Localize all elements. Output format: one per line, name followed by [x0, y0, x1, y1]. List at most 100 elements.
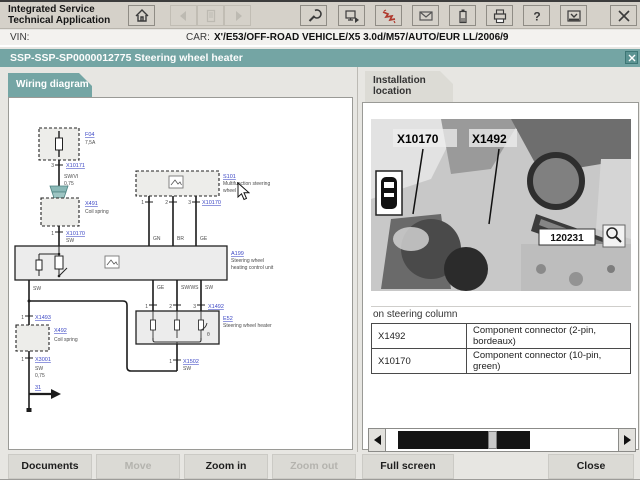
horizontal-scrollbar[interactable]: [368, 428, 636, 452]
ground-connector-link[interactable]: X1493: [35, 315, 51, 321]
panel-divider: [357, 67, 358, 452]
connector-desc: Component connector (2-pin, bordeaux): [466, 323, 631, 349]
pin-number: 2: [169, 304, 172, 310]
scrollbar-track[interactable]: [386, 428, 618, 452]
table-row[interactable]: X1492 Component connector (2-pin, bordea…: [371, 323, 631, 349]
scroll-right-icon[interactable]: [618, 428, 636, 452]
help-icon[interactable]: ?: [523, 5, 550, 26]
dock-window-icon[interactable]: [560, 5, 587, 26]
mfl-wire2: BR: [177, 236, 184, 242]
mfl-wire3: GE: [200, 236, 208, 242]
document-icon[interactable]: [197, 5, 224, 26]
mail-icon[interactable]: [412, 5, 439, 26]
pin-number: 3: [188, 200, 191, 206]
scrollbar-thumb[interactable]: [488, 431, 498, 449]
out-wire2: SW/WS: [181, 285, 199, 291]
out-wire1: GE: [157, 285, 165, 291]
app-title-line1: Integrated Service: [8, 4, 95, 15]
svg-text:?: ?: [533, 9, 540, 23]
zoom-in-button[interactable]: Zoom in: [184, 454, 268, 479]
out-connector-link[interactable]: X1492: [208, 304, 224, 310]
ground-link[interactable]: 31: [35, 385, 41, 391]
ista-window: Integrated Service Technical Application: [0, 0, 640, 480]
coil2-out-link[interactable]: X3001: [35, 357, 51, 363]
fuse-value: 7,5A: [85, 140, 96, 146]
coil-spring-box-2[interactable]: [15, 324, 50, 352]
tab-installation-line1: Installation: [373, 75, 426, 86]
heater-out-link[interactable]: X1502: [183, 359, 199, 365]
connector-top-link[interactable]: X10171: [66, 163, 85, 169]
pin-number: 1: [169, 359, 172, 365]
battery-icon[interactable]: [449, 5, 476, 26]
left-wire-color: SW: [33, 286, 41, 292]
full-screen-button[interactable]: Full screen: [362, 454, 454, 479]
ground-wire-gauge: 0,75: [35, 373, 45, 379]
mfl-name2: wheel: [223, 188, 236, 194]
image-number: 120231: [550, 233, 584, 244]
installation-photo[interactable]: X10170 X1492 120231: [371, 119, 631, 291]
magnifier-icon[interactable]: [602, 224, 626, 248]
documents-button[interactable]: Documents: [8, 454, 92, 479]
home-icon[interactable]: [128, 5, 155, 26]
photo-caption: on steering column: [373, 309, 458, 320]
close-button[interactable]: Close: [548, 454, 634, 479]
workshop-system-icon[interactable]: [338, 5, 365, 26]
wire-top-color: SW/VI: [64, 174, 78, 180]
car-position-icon: [375, 170, 403, 216]
coil-spring-box-1[interactable]: [40, 197, 80, 227]
car-value: X'/E53/OFF-ROAD VEHICLE/X5 3.0d/M57/AUTO…: [214, 32, 509, 43]
back-icon[interactable]: [170, 5, 197, 26]
heater-temp-symbol: θ: [207, 332, 210, 338]
ground-symbol: [51, 389, 61, 399]
control-unit-box[interactable]: [14, 245, 228, 281]
photo-label-x1492: X1492: [472, 132, 507, 146]
move-button[interactable]: Move: [96, 454, 180, 479]
connector-symbol: [49, 185, 69, 199]
scroll-left-icon[interactable]: [368, 428, 386, 452]
connector-name[interactable]: X10170: [371, 348, 467, 374]
pin-number: 3: [51, 163, 54, 169]
pin-number: 1: [145, 304, 148, 310]
document-close-icon[interactable]: [625, 51, 638, 64]
wiring-diagram-panel[interactable]: F04 X10171 X491 X10170 S101 X10170 A199 …: [8, 97, 353, 450]
mfl-wire1: GN: [153, 236, 161, 242]
control-unit-link[interactable]: A199: [231, 251, 244, 257]
control-unit-name1: Steering wheel: [231, 258, 264, 264]
heater-link[interactable]: E52: [223, 316, 233, 322]
coil2-link[interactable]: X492: [54, 328, 67, 334]
mfl-out-link[interactable]: X10170: [202, 200, 221, 206]
wiring-diagram: F04 X10171 X491 X10170 S101 X10170 A199 …: [14, 127, 274, 412]
pin-number: 1: [141, 200, 144, 206]
mfl-name1: Multifunction steering: [223, 181, 270, 187]
toolbar: Integrated Service Technical Application: [0, 2, 640, 29]
mfl-link[interactable]: S101: [223, 174, 236, 180]
tab-installation-location[interactable]: Installation location: [365, 71, 453, 102]
coil1-name: Coil spring: [85, 209, 109, 215]
pin-number: 1: [51, 231, 54, 237]
tab-wiring-diagram-label: Wiring diagram: [16, 79, 89, 90]
tab-installation-line2: location: [373, 86, 412, 97]
out-wire3: SW: [205, 285, 213, 291]
connector-name[interactable]: X1492: [371, 323, 467, 349]
print-icon[interactable]: [486, 5, 513, 26]
wire-top-gauge: 0,75: [64, 181, 74, 187]
pin-number: 1: [21, 315, 24, 321]
pin-number: 3: [193, 304, 196, 310]
connection-broken-icon[interactable]: [375, 5, 402, 26]
zoom-out-button[interactable]: Zoom out: [272, 454, 356, 479]
coil1-out-link[interactable]: X10170: [66, 231, 85, 237]
wrench-icon[interactable]: [300, 5, 327, 26]
connector-table: X1492 Component connector (2-pin, bordea…: [371, 323, 631, 374]
fuse-link[interactable]: F04: [85, 132, 94, 138]
coil1-link[interactable]: X491: [85, 201, 98, 207]
car-label: CAR:: [186, 32, 210, 43]
forward-icon[interactable]: [224, 5, 251, 26]
control-unit-name2: heating control unit: [231, 265, 274, 271]
app-title: Integrated Service Technical Application: [8, 4, 110, 26]
tab-wiring-diagram[interactable]: Wiring diagram: [8, 73, 92, 98]
connector-desc: Component connector (10-pin, green): [466, 348, 631, 374]
table-row[interactable]: X10170 Component connector (10-pin, gree…: [371, 348, 631, 374]
app-title-line2: Technical Application: [8, 15, 111, 26]
image-number-box: 120231: [538, 228, 596, 246]
close-icon[interactable]: [610, 5, 637, 26]
